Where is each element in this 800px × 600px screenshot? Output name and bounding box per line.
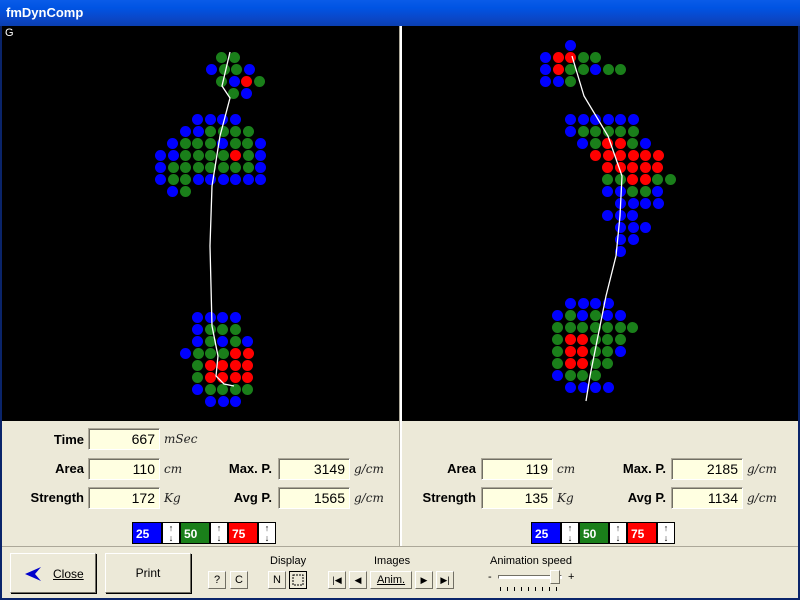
close-label: Close	[53, 567, 84, 581]
speed-minus: -	[488, 571, 492, 583]
display-n-button[interactable]: N	[268, 571, 286, 589]
back-arrow-icon	[25, 567, 41, 581]
window-title: fmDynComp	[0, 0, 800, 26]
right-foot-pressure-view	[402, 26, 798, 421]
right-area-value: 119	[481, 458, 553, 480]
right-area-unit: cm	[557, 462, 576, 476]
time-value: 667	[88, 428, 160, 450]
c-button[interactable]: C	[230, 571, 248, 589]
legend-swatch-25: 25	[531, 522, 561, 544]
close-button[interactable]: Close	[10, 553, 96, 593]
left-area-label: Area	[55, 461, 84, 476]
first-frame-button[interactable]: |◀	[328, 571, 346, 589]
left-avgp-label: Avg P.	[233, 490, 272, 505]
right-area-label: Area	[447, 461, 476, 476]
center-of-pressure-line	[571, 55, 623, 402]
time-label: Time	[53, 432, 84, 447]
left-maxp-label: Max. P.	[228, 461, 272, 476]
left-foot-pressure-view: G	[2, 26, 399, 421]
right-maxp-unit: g/cm	[747, 462, 777, 476]
bottom-toolbar: Close Print ? C Display N Images |◀ ◀ An…	[2, 546, 798, 598]
legend-swatch-50: 50	[180, 522, 210, 544]
left-area-value: 110	[88, 458, 160, 480]
help-button[interactable]: ?	[208, 571, 226, 589]
display-title: Display	[270, 555, 307, 567]
center-of-pressure-line	[209, 51, 235, 387]
print-label: Print	[135, 566, 161, 580]
speed-ticks	[500, 587, 558, 591]
legend-swatch-75: 75	[627, 522, 657, 544]
prev-frame-button[interactable]: ◀	[349, 571, 367, 589]
last-frame-button[interactable]: ▶|	[436, 571, 454, 589]
right-strength-unit: Kg	[557, 491, 574, 505]
legend-spin-25[interactable]: ↑ ↓	[561, 522, 579, 544]
legend-swatch-25: 25	[132, 522, 162, 544]
speed-title: Animation speed	[490, 555, 572, 567]
right-avgp-unit: g/cm	[747, 491, 777, 505]
time-unit: mSec	[164, 432, 198, 446]
left-strength-unit: Kg	[164, 491, 181, 505]
left-maxp-value: 3149	[278, 458, 350, 480]
legend-swatch-50: 50	[579, 522, 609, 544]
legend-spin-50[interactable]: ↑ ↓	[210, 522, 228, 544]
right-strength-label: Strength	[422, 490, 476, 505]
left-area-unit: cm	[164, 462, 183, 476]
legend-spin-25[interactable]: ↑ ↓	[162, 522, 180, 544]
left-strength-value: 172	[88, 487, 160, 509]
speed-slider-thumb[interactable]	[550, 570, 560, 584]
app-window: fmDynComp G Time 667 mSec Area 110 cm St…	[0, 0, 800, 600]
right-pressure-legend: 25 ↑ ↓ 50 ↑ ↓ 75 ↑ ↓	[531, 522, 675, 544]
left-strength-label: Strength	[30, 490, 84, 505]
right-avgp-value: 1134	[671, 487, 743, 509]
left-pressure-legend: 25 ↑ ↓ 50 ↑ ↓ 75 ↑ ↓	[132, 522, 276, 544]
legend-spin-75[interactable]: ↑ ↓	[657, 522, 675, 544]
print-button[interactable]: Print	[105, 553, 191, 593]
left-avgp-value: 1565	[278, 487, 350, 509]
legend-spin-75[interactable]: ↑ ↓	[258, 522, 276, 544]
next-frame-button[interactable]: ▶	[415, 571, 433, 589]
right-maxp-value: 2185	[671, 458, 743, 480]
client-area: G Time 667 mSec Area 110 cm Strength 172…	[2, 26, 798, 598]
right-avgp-label: Avg P.	[627, 490, 666, 505]
right-strength-value: 135	[481, 487, 553, 509]
speed-plus: +	[568, 571, 575, 583]
legend-spin-50[interactable]: ↑ ↓	[609, 522, 627, 544]
frame-icon	[292, 574, 304, 586]
right-maxp-label: Max. P.	[622, 461, 666, 476]
left-maxp-unit: g/cm	[354, 462, 384, 476]
left-avgp-unit: g/cm	[354, 491, 384, 505]
images-title: Images	[374, 555, 411, 567]
display-frame-button[interactable]	[289, 571, 307, 589]
legend-swatch-75: 75	[228, 522, 258, 544]
anim-button[interactable]: Anim.	[370, 571, 412, 589]
